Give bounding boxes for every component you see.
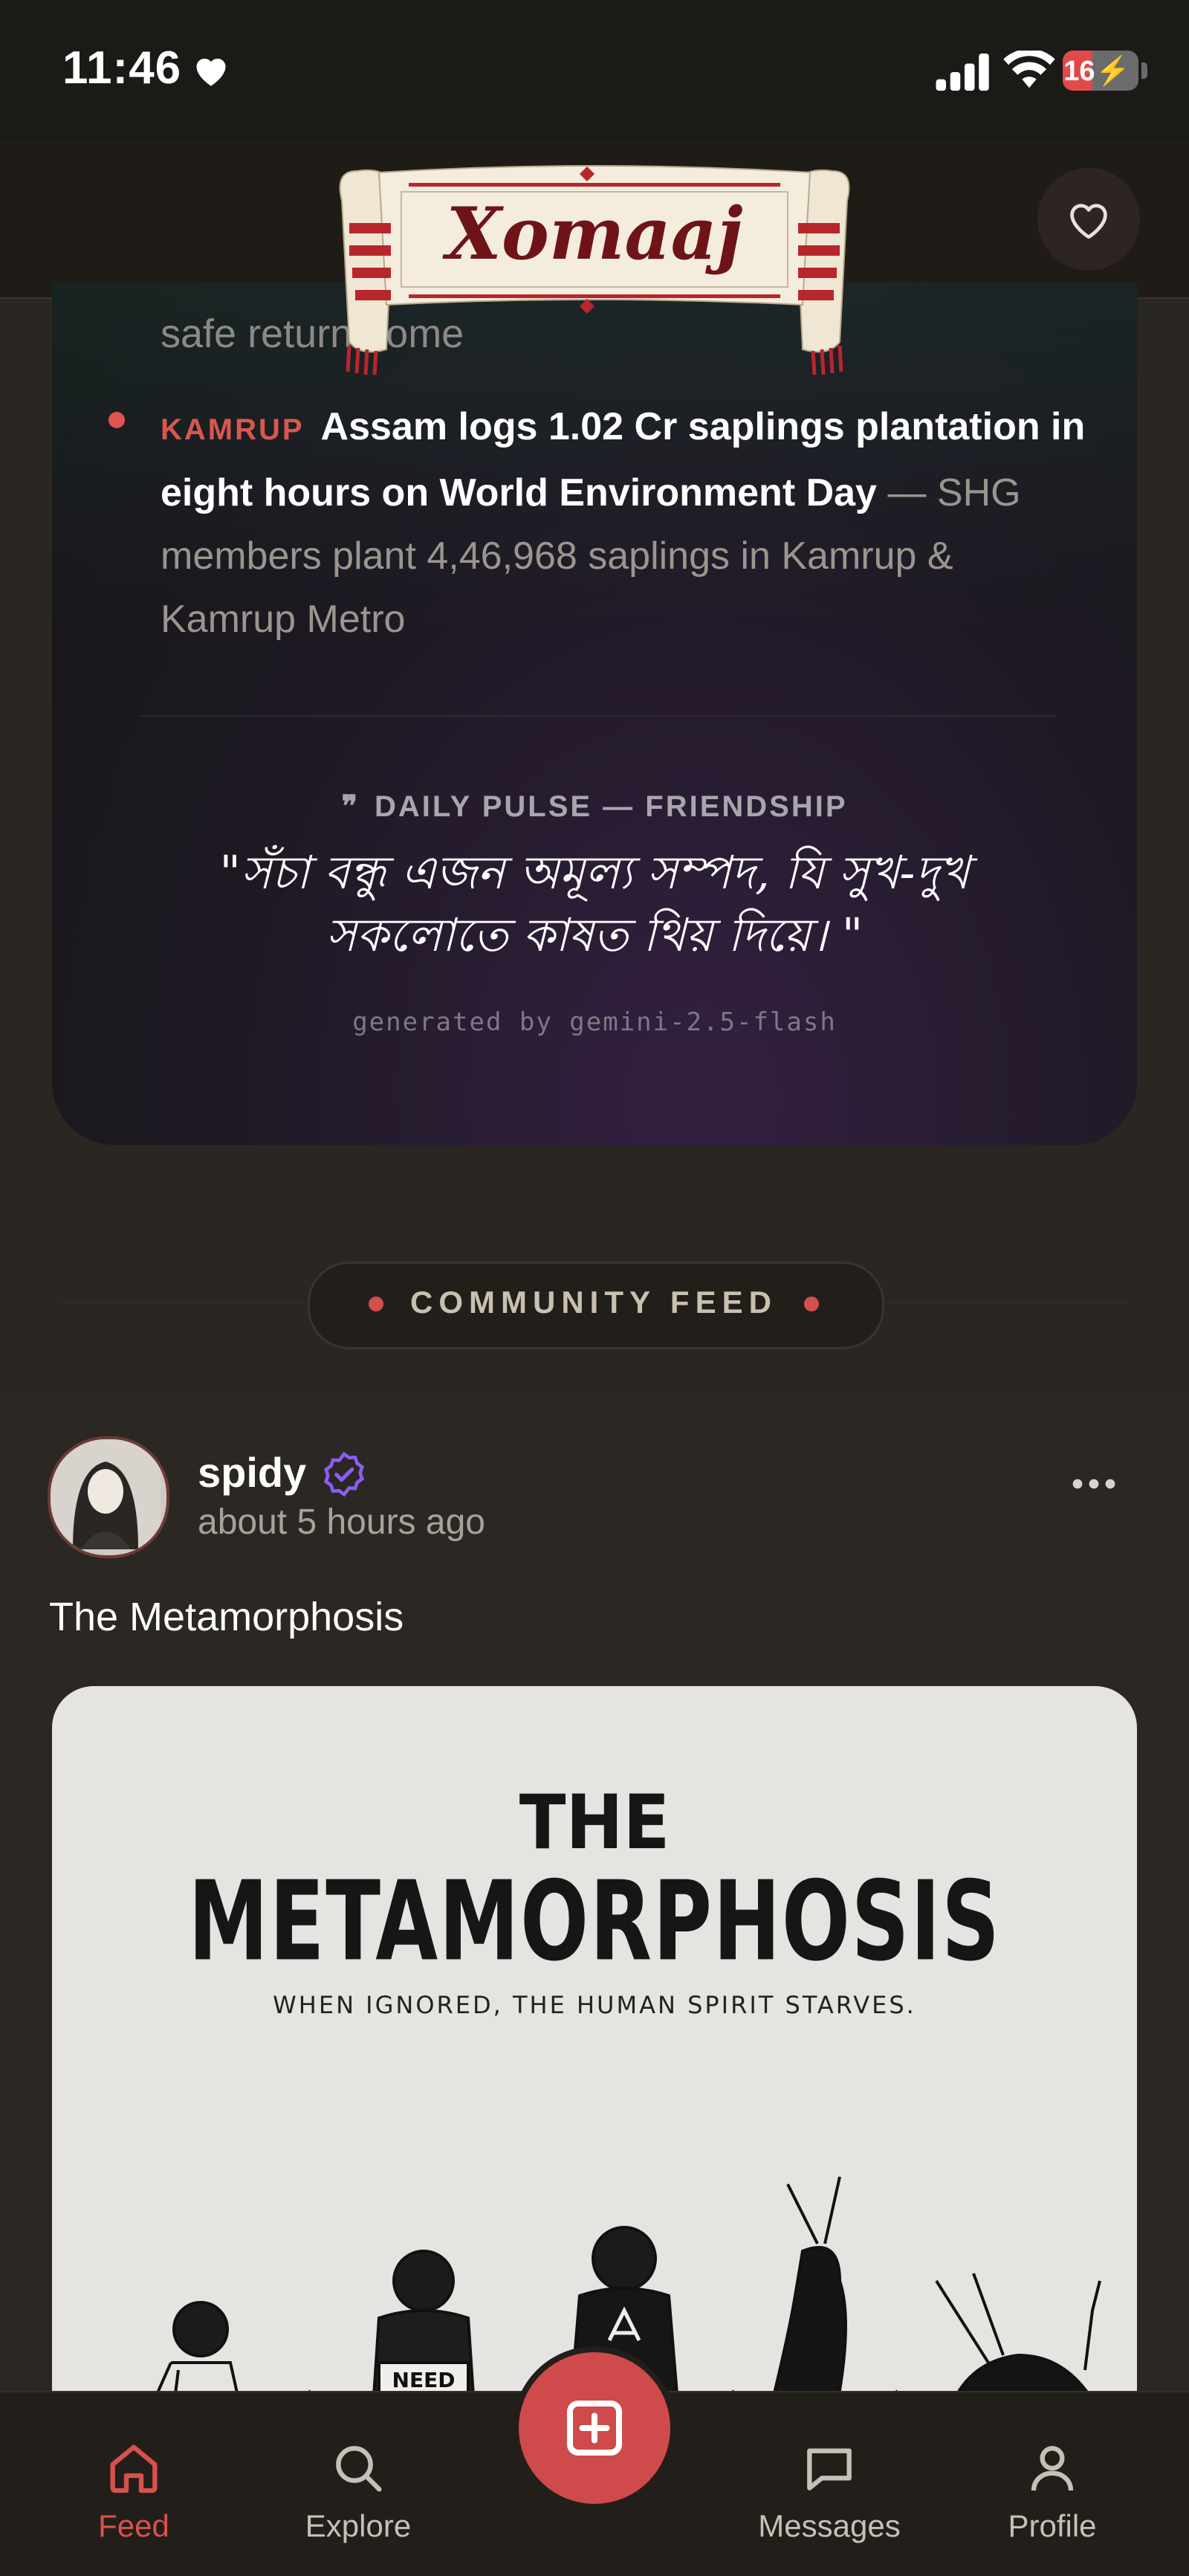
favorites-button[interactable] [1037, 168, 1140, 271]
verified-badge-icon [323, 1451, 365, 1497]
nav-label-explore: Explore [305, 2508, 412, 2543]
post-caption: The Metamorphosis [49, 1595, 404, 1639]
heart-status-icon [196, 58, 226, 86]
poster-title-line2: METAMORPHOSIS [188, 1857, 1001, 1986]
person-icon [1031, 2446, 1074, 2491]
nav-messages[interactable]: Messages [740, 2438, 919, 2544]
generated-by-label: generated by gemini-2.5-flash [352, 1007, 837, 1037]
home-icon [110, 2444, 158, 2493]
news-bullet [108, 412, 125, 428]
chat-icon [807, 2448, 852, 2491]
poster-tagline: WHEN IGNORED, THE HUMAN SPIRIT STARVES. [273, 1991, 916, 2019]
nav-label-profile: Profile [1008, 2508, 1097, 2543]
logo-text: Xomaaj [446, 192, 743, 276]
nav-feed[interactable]: Feed [45, 2438, 223, 2544]
more-options-icon[interactable] [1070, 1469, 1118, 1499]
quote-icon: ❞ [341, 790, 360, 823]
daily-pulse-heading: ❞ DAILY PULSE — FRIENDSHIP [341, 790, 848, 823]
battery-icon: 16⚡ [1063, 51, 1138, 91]
nav-explore[interactable]: Explore [269, 2438, 447, 2544]
divider-right [880, 1302, 1130, 1304]
status-time: 11:46 [62, 42, 182, 94]
divider-left [59, 1302, 308, 1304]
community-feed-label: COMMUNITY FEED [410, 1285, 777, 1320]
news-region-tag: KAMRUP [161, 413, 305, 446]
avatar[interactable] [48, 1436, 169, 1558]
nav-label-messages: Messages [758, 2508, 901, 2543]
post-image[interactable]: THE METAMORPHOSIS WHEN IGNORED, THE HUMA… [52, 1686, 1137, 2430]
nav-profile[interactable]: Profile [963, 2438, 1141, 2544]
poster-title-line1: THE [519, 1778, 670, 1867]
status-bar: 11:46 16⚡ [0, 0, 1189, 141]
battery-level: 16 [1063, 56, 1095, 87]
app-logo[interactable]: Xomaaj [327, 156, 862, 379]
wifi-icon [1003, 51, 1055, 88]
card-divider [141, 715, 1055, 717]
nav-label-feed: Feed [98, 2508, 169, 2543]
post-timestamp: about 5 hours ago [198, 1502, 485, 1542]
add-square-icon [566, 2400, 623, 2456]
post-username[interactable]: spidy [198, 1448, 306, 1497]
heart-outline-icon [1070, 204, 1107, 239]
user-portrait-icon [51, 1439, 161, 1549]
create-post-button[interactable] [513, 2346, 676, 2510]
news-item[interactable]: KAMRUP Assam logs 1.02 Cr saplings planta… [161, 396, 1097, 651]
search-icon [336, 2446, 382, 2492]
daily-pulse-quote: "সঁচা বন্ধু এজন অমূল্য সম্পদ, যি সুখ-দুখ… [219, 845, 970, 962]
signal-icon [936, 54, 989, 91]
